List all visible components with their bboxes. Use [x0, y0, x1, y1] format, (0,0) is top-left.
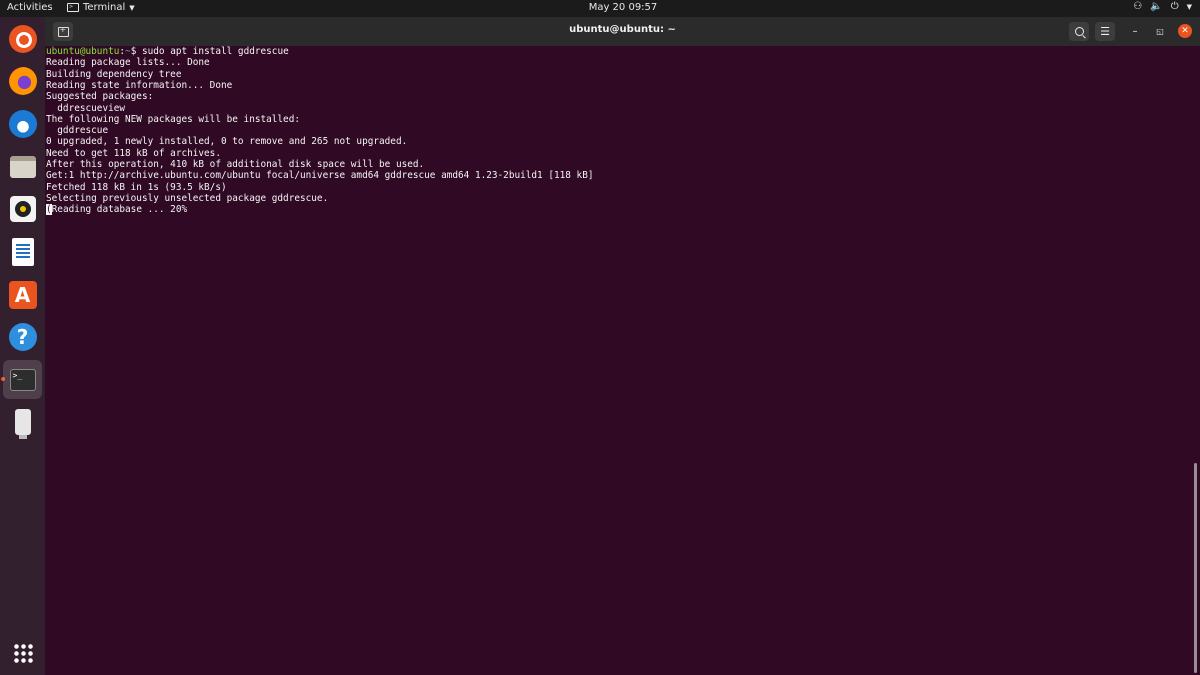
top-bar: Activities > Terminal ▼ May 20 09:57 ⚇ 🔈… — [0, 0, 1200, 17]
dock-item-terminal[interactable]: >_ — [3, 360, 42, 399]
search-button[interactable] — [1069, 22, 1089, 41]
writer-icon — [11, 237, 34, 266]
search-icon — [1074, 27, 1084, 36]
dock-item-rhythmbox[interactable] — [7, 193, 38, 224]
output-line: Building dependency tree — [46, 68, 182, 80]
rhythmbox-icon — [9, 195, 36, 222]
dock-item-thunderbird[interactable] — [7, 108, 38, 139]
close-icon: ✕ — [1181, 26, 1189, 36]
network-icon: ⚇ — [1133, 1, 1143, 12]
output-line: Reading package lists... Done — [46, 57, 210, 69]
dock-item-libreoffice-writer[interactable] — [7, 236, 38, 267]
dock-item-ubuntu-software[interactable]: A — [7, 279, 38, 310]
scrollbar[interactable] — [1194, 463, 1197, 673]
output-line: After this operation, 410 kB of addition… — [46, 159, 425, 170]
minimize-icon: – — [1132, 26, 1138, 37]
files-icon — [9, 155, 36, 178]
dock-item-usb-drive[interactable] — [7, 406, 38, 439]
software-icon: A — [8, 280, 37, 309]
dock-item-help[interactable]: ? — [7, 321, 38, 352]
help-icon: ? — [8, 322, 37, 351]
window-title: ubuntu@ubuntu: ~ — [569, 24, 676, 35]
output-line: The following NEW packages will be insta… — [46, 113, 300, 125]
output-line: Need to get 118 kB of archives. — [46, 147, 221, 159]
minimize-button[interactable]: – — [1125, 22, 1145, 41]
terminal-output[interactable]: ubuntu@ubuntu:~$ sudo apt install gddres… — [45, 46, 1193, 675]
prompt-user: ubuntu@ubuntu — [46, 46, 120, 57]
chevron-down-icon: ▼ — [1186, 2, 1192, 11]
prompt-symbol: $ — [130, 46, 142, 57]
output-line: Get:1 http://archive.ubuntu.com/ubuntu f… — [46, 170, 594, 182]
dock-item-firefox[interactable] — [7, 65, 38, 96]
system-status-menu[interactable]: ⚇ 🔈 ⏻ ▼ — [1133, 1, 1192, 12]
clock[interactable]: May 20 09:57 — [0, 2, 1200, 13]
output-line: Suggested packages: — [46, 91, 154, 103]
terminal-window: ubuntu@ubuntu: ~ ☰ – ◱ ✕ ubuntu@ubuntu:~… — [45, 17, 1200, 675]
dock-item-files[interactable] — [7, 151, 38, 182]
hamburger-icon: ☰ — [1100, 25, 1110, 38]
show-applications-button[interactable] — [7, 637, 38, 668]
app-grid-icon — [12, 642, 33, 663]
output-line: Fetched 118 kB in 1s (93.5 kB/s) — [46, 181, 227, 193]
volume-icon: 🔈 — [1150, 1, 1163, 12]
restore-icon: ◱ — [1156, 27, 1164, 36]
progress-line: (Reading database ... 20% — [46, 204, 188, 216]
output-line: 0 upgraded, 1 newly installed, 0 to remo… — [46, 136, 408, 148]
power-icon: ⏻ — [1170, 1, 1179, 12]
maximize-button[interactable]: ◱ — [1150, 22, 1170, 41]
output-line: gddrescue — [46, 125, 109, 137]
command-text: sudo apt install gddrescue — [141, 46, 289, 57]
output-line: Selecting previously unselected package … — [46, 192, 329, 204]
terminal-icon: >_ — [9, 368, 36, 391]
dock: A ? >_ — [0, 17, 45, 675]
dock-item-ubuntu-installer[interactable] — [7, 23, 38, 54]
window-headerbar[interactable]: ubuntu@ubuntu: ~ ☰ – ◱ ✕ — [45, 17, 1200, 46]
ubuntu-icon — [8, 24, 37, 53]
output-line: ddrescueview — [46, 102, 126, 114]
progress-text: Reading database ... 20% — [51, 204, 188, 216]
usb-drive-icon — [14, 408, 31, 439]
thunderbird-icon — [8, 109, 37, 138]
close-button[interactable]: ✕ — [1178, 24, 1192, 38]
prompt-line: ubuntu@ubuntu:~$ sudo apt install gddres… — [46, 46, 289, 57]
firefox-icon — [8, 66, 37, 95]
menu-button[interactable]: ☰ — [1095, 22, 1115, 41]
output-line: Reading state information... Done — [46, 79, 233, 91]
